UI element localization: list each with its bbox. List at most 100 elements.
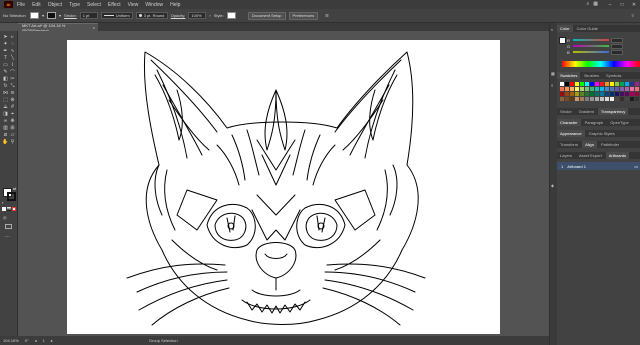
color-swatch[interactable] bbox=[585, 97, 589, 101]
color-swatch[interactable] bbox=[610, 82, 614, 86]
artboard-options-icon[interactable]: ▭ bbox=[634, 164, 638, 169]
stroke-label[interactable]: Stroke: bbox=[64, 13, 77, 18]
tab-gradient[interactable]: Gradient bbox=[576, 108, 597, 115]
artboard-row[interactable]: 1 Artboard 1 ▭ bbox=[557, 162, 640, 170]
color-swatch[interactable] bbox=[620, 82, 624, 86]
color-swatch[interactable] bbox=[615, 82, 619, 86]
tab-graphic-styles[interactable]: Graphic Styles bbox=[586, 130, 618, 137]
color-swatch[interactable] bbox=[575, 82, 579, 86]
color-swatch[interactable] bbox=[600, 82, 604, 86]
color-swatch[interactable] bbox=[595, 82, 599, 86]
tab-symbols[interactable]: Symbols bbox=[603, 72, 624, 79]
color-swatch[interactable] bbox=[585, 87, 589, 91]
color-swatch[interactable] bbox=[620, 97, 624, 101]
color-swatch[interactable] bbox=[570, 87, 574, 91]
color-swatch[interactable] bbox=[635, 92, 639, 96]
gradient-tool-icon[interactable]: ◨ bbox=[2, 111, 9, 117]
brush-select[interactable]: 3 pt. Round bbox=[135, 12, 168, 19]
eyedropper-icon[interactable]: ⌖ bbox=[9, 111, 16, 117]
stroke-swatch[interactable] bbox=[47, 12, 57, 19]
layers-panel-icon[interactable]: ◈ bbox=[551, 183, 554, 188]
tab-artboards[interactable]: Artboards bbox=[605, 152, 630, 159]
color-swatch[interactable] bbox=[565, 82, 569, 86]
pen-tool-icon[interactable]: ✒ bbox=[2, 48, 9, 54]
tab-stroke[interactable]: Stroke bbox=[557, 108, 575, 115]
shaper-icon[interactable]: ⌒ bbox=[9, 69, 16, 76]
color-swatch[interactable] bbox=[590, 92, 594, 96]
tab-pathfinder[interactable]: Pathfinder bbox=[598, 141, 622, 148]
color-swatch[interactable] bbox=[565, 97, 569, 101]
maximize-button[interactable]: □ bbox=[616, 0, 628, 9]
artboard-nav-prev[interactable]: ◂ bbox=[35, 338, 37, 343]
b-track[interactable] bbox=[573, 51, 609, 53]
color-swatch[interactable] bbox=[570, 92, 574, 96]
hand-tool-icon[interactable]: ✋ bbox=[2, 139, 9, 145]
color-swatch[interactable] bbox=[560, 92, 564, 96]
tab-opentype[interactable]: OpenType bbox=[607, 119, 631, 126]
color-swatch[interactable] bbox=[560, 82, 564, 86]
width-tool-icon[interactable]: ⋈ bbox=[2, 90, 9, 96]
color-swatch[interactable] bbox=[565, 87, 569, 91]
arrange-icon[interactable]: ☰ bbox=[325, 13, 329, 18]
default-colors-icon[interactable]: ▪ bbox=[2, 200, 3, 205]
stroke-weight-field[interactable]: 1 pt bbox=[79, 12, 98, 19]
tab-color[interactable]: Color bbox=[557, 25, 573, 32]
selection-tool-icon[interactable]: ➤ bbox=[2, 34, 9, 40]
color-swatch[interactable] bbox=[635, 87, 639, 91]
color-swatch[interactable] bbox=[600, 87, 604, 91]
tab-color-guide[interactable]: Color Guide bbox=[574, 25, 601, 32]
artboard-name[interactable]: Artboard 1 bbox=[567, 164, 586, 169]
color-swatch[interactable] bbox=[570, 97, 574, 101]
tab-transparency[interactable]: Transparency bbox=[597, 108, 629, 115]
color-swatch[interactable] bbox=[580, 87, 584, 91]
color-panel-icon[interactable]: ◐ bbox=[551, 27, 553, 32]
opacity-field[interactable]: 100% bbox=[188, 12, 207, 19]
color-swatch[interactable] bbox=[635, 97, 639, 101]
graph-tool-icon[interactable]: ▥ bbox=[2, 125, 9, 131]
tab-asset-export[interactable]: Asset Export bbox=[576, 152, 605, 159]
color-swatch[interactable] bbox=[590, 87, 594, 91]
tab-swatches[interactable]: Swatches bbox=[557, 72, 581, 79]
search-icon[interactable]: ⌕ bbox=[586, 1, 589, 7]
preferences-button[interactable]: Preferences bbox=[288, 11, 319, 20]
screen-mode-icon[interactable] bbox=[5, 224, 12, 229]
scale-tool-icon[interactable]: ⤡ bbox=[9, 83, 16, 89]
r-value[interactable] bbox=[611, 37, 623, 43]
chevron-down-icon[interactable]: ▾ bbox=[42, 13, 44, 18]
workspace-icon[interactable]: ▦ bbox=[593, 1, 598, 7]
close-button[interactable]: ✕ bbox=[628, 0, 640, 9]
paintbrush-icon[interactable]: ⌇ bbox=[9, 62, 16, 68]
stroke-color-box[interactable] bbox=[7, 192, 16, 201]
color-swatch[interactable] bbox=[595, 97, 599, 101]
color-swatch[interactable] bbox=[625, 92, 629, 96]
type-tool-icon[interactable]: T bbox=[2, 55, 9, 61]
color-swatch[interactable] bbox=[590, 97, 594, 101]
rotate-tool-icon[interactable]: ↻ bbox=[2, 83, 9, 89]
cat-face-illustration[interactable] bbox=[67, 40, 500, 334]
color-swatch[interactable] bbox=[630, 97, 634, 101]
rectangle-tool-icon[interactable]: ▭ bbox=[2, 62, 9, 68]
menu-effect[interactable]: Effect bbox=[108, 2, 121, 8]
fill-swatch[interactable] bbox=[30, 12, 39, 19]
menu-edit[interactable]: Edit bbox=[32, 2, 41, 8]
canvas-area[interactable] bbox=[18, 31, 549, 336]
tab-layers[interactable]: Layers bbox=[557, 152, 575, 159]
tab-brushes[interactable]: Brushes bbox=[581, 72, 602, 79]
color-swatch[interactable] bbox=[620, 92, 624, 96]
document-setup-button[interactable]: Document Setup bbox=[247, 11, 286, 20]
color-swatch[interactable] bbox=[600, 97, 604, 101]
artboard-nav-next[interactable]: ▸ bbox=[51, 338, 53, 343]
curvature-tool-icon[interactable]: ∿ bbox=[9, 48, 16, 54]
color-swatch[interactable] bbox=[565, 92, 569, 96]
lasso-icon[interactable]: ◌ bbox=[9, 41, 16, 47]
color-swatch[interactable] bbox=[610, 92, 614, 96]
tab-transform[interactable]: Transform bbox=[557, 141, 581, 148]
minimize-button[interactable]: – bbox=[604, 0, 616, 9]
stroke-panel-icon[interactable]: ≡ bbox=[551, 83, 553, 88]
color-swatch[interactable] bbox=[630, 92, 634, 96]
color-swatch[interactable] bbox=[580, 82, 584, 86]
color-spectrum[interactable] bbox=[562, 61, 640, 67]
color-swatch[interactable] bbox=[615, 92, 619, 96]
blend-tool-icon[interactable]: ∞ bbox=[2, 118, 9, 124]
artboard-number[interactable]: 1 bbox=[43, 338, 45, 343]
